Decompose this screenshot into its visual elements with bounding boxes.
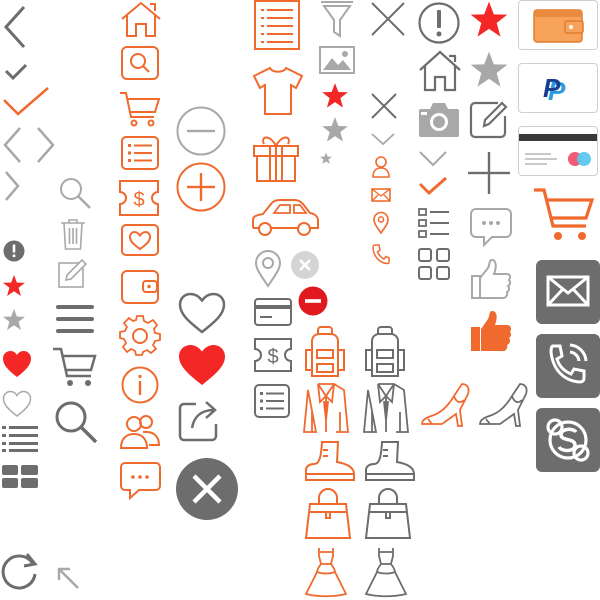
jacket-icon[interactable] <box>362 382 410 434</box>
high-heel-icon[interactable] <box>420 382 472 430</box>
checkmark-orange-icon[interactable] <box>2 86 50 116</box>
close-icon[interactable] <box>370 92 398 120</box>
tiles-icon[interactable] <box>418 248 450 280</box>
gift-icon[interactable] <box>252 132 300 182</box>
star-icon[interactable] <box>2 274 26 298</box>
exclamation-circle-icon[interactable] <box>418 2 460 44</box>
image-icon[interactable] <box>319 46 355 74</box>
menu-icon[interactable] <box>56 305 96 335</box>
icon-sheet: { "palette": { "orange": "#f06a2e", "gra… <box>0 0 600 600</box>
ticket-icon[interactable]: $ <box>119 180 159 216</box>
dress-icon[interactable] <box>304 546 348 598</box>
plus-circle-icon[interactable] <box>176 162 226 212</box>
chat-bubble-icon[interactable] <box>470 208 512 248</box>
email-tile-icon[interactable] <box>536 260 600 324</box>
skype-tile-icon[interactable] <box>536 408 600 472</box>
handbag-icon[interactable] <box>304 488 352 540</box>
paypal-letter-front: P <box>543 73 561 103</box>
home-icon[interactable] <box>121 1 161 37</box>
star-icon[interactable] <box>320 82 350 110</box>
cart-icon[interactable] <box>119 91 161 127</box>
star-icon[interactable] <box>320 116 350 144</box>
star-icon[interactable] <box>468 0 510 40</box>
alert-icon <box>3 240 25 262</box>
chevron-down-icon[interactable] <box>370 132 396 146</box>
heart-outline-icon[interactable] <box>2 390 32 418</box>
heart-filled-icon[interactable] <box>178 344 226 386</box>
minus-circle-icon[interactable] <box>176 106 226 156</box>
cart-icon[interactable] <box>52 346 98 388</box>
tshirt-icon[interactable] <box>252 66 304 116</box>
plus-icon[interactable] <box>468 152 510 194</box>
list-icon[interactable] <box>2 426 38 452</box>
boot-icon[interactable] <box>364 440 416 486</box>
info-icon[interactable] <box>121 366 159 404</box>
backpack-icon[interactable] <box>364 326 406 378</box>
list-icon[interactable] <box>121 136 159 170</box>
svg-text:$: $ <box>133 189 144 211</box>
star-icon[interactable] <box>2 308 26 332</box>
shopping-cart-icon[interactable] <box>532 186 596 244</box>
chevron-right-icon[interactable] <box>4 170 20 202</box>
heart-icon[interactable] <box>2 350 32 378</box>
grid-icon[interactable] <box>2 465 38 489</box>
phone-icon[interactable] <box>372 244 390 265</box>
credit-card-icon[interactable] <box>518 126 598 176</box>
thumbs-up-icon[interactable] <box>470 258 512 300</box>
code-brackets-icon[interactable] <box>2 126 56 164</box>
chevron-down-icon[interactable] <box>418 150 448 168</box>
close-icon[interactable] <box>370 1 406 37</box>
backpack-icon[interactable] <box>304 326 346 378</box>
user-icon[interactable] <box>372 156 390 178</box>
heart-outline-icon[interactable] <box>178 292 226 334</box>
paypal-icon[interactable]: PP <box>518 63 598 113</box>
share-icon[interactable] <box>178 396 222 442</box>
search-icon[interactable] <box>58 176 92 210</box>
document-icon[interactable] <box>254 0 300 50</box>
car-icon[interactable] <box>250 198 320 240</box>
list-check-icon[interactable] <box>418 208 450 238</box>
wallet-card-icon[interactable] <box>518 0 598 50</box>
star-icon[interactable] <box>319 152 333 165</box>
edit-icon[interactable] <box>58 258 90 290</box>
minus-circle-icon[interactable] <box>298 286 328 316</box>
filter-icon[interactable] <box>320 0 354 38</box>
settings-icon[interactable] <box>119 314 161 356</box>
handbag-icon[interactable] <box>364 488 412 540</box>
close-icon[interactable] <box>290 250 320 280</box>
mail-icon[interactable] <box>371 188 391 202</box>
thumbs-up-icon[interactable] <box>470 310 512 352</box>
trash-icon[interactable] <box>60 218 86 250</box>
close-circle-icon[interactable] <box>176 458 238 520</box>
location-pin-icon[interactable] <box>254 250 282 288</box>
chat-icon[interactable] <box>119 462 161 502</box>
users-icon[interactable] <box>119 412 161 454</box>
search-doc-icon[interactable] <box>121 46 159 80</box>
card-icon[interactable] <box>254 298 292 326</box>
star-icon[interactable] <box>468 50 510 90</box>
arrow-up-left-icon[interactable] <box>56 566 80 590</box>
chevron-left-icon[interactable] <box>2 4 28 50</box>
edit-icon[interactable] <box>469 100 508 139</box>
heart-box-icon[interactable] <box>121 224 159 260</box>
magnifier-icon[interactable] <box>54 400 98 444</box>
svg-text:$: $ <box>267 346 278 368</box>
dress-icon[interactable] <box>364 546 408 598</box>
location-pin-icon[interactable] <box>373 211 389 235</box>
high-heel-icon[interactable] <box>478 382 530 430</box>
list-icon[interactable] <box>254 384 290 418</box>
check-icon[interactable] <box>4 62 28 81</box>
phone-tile-icon[interactable] <box>536 334 600 398</box>
refresh-icon[interactable] <box>0 550 40 590</box>
boot-icon[interactable] <box>304 440 356 486</box>
checkmark-orange-icon[interactable] <box>418 176 448 196</box>
wallet-icon[interactable] <box>121 270 159 304</box>
camera-icon[interactable] <box>418 100 460 138</box>
jacket-icon[interactable] <box>302 382 350 434</box>
home-icon[interactable] <box>418 50 462 92</box>
ticket-icon[interactable]: $ <box>254 338 292 372</box>
